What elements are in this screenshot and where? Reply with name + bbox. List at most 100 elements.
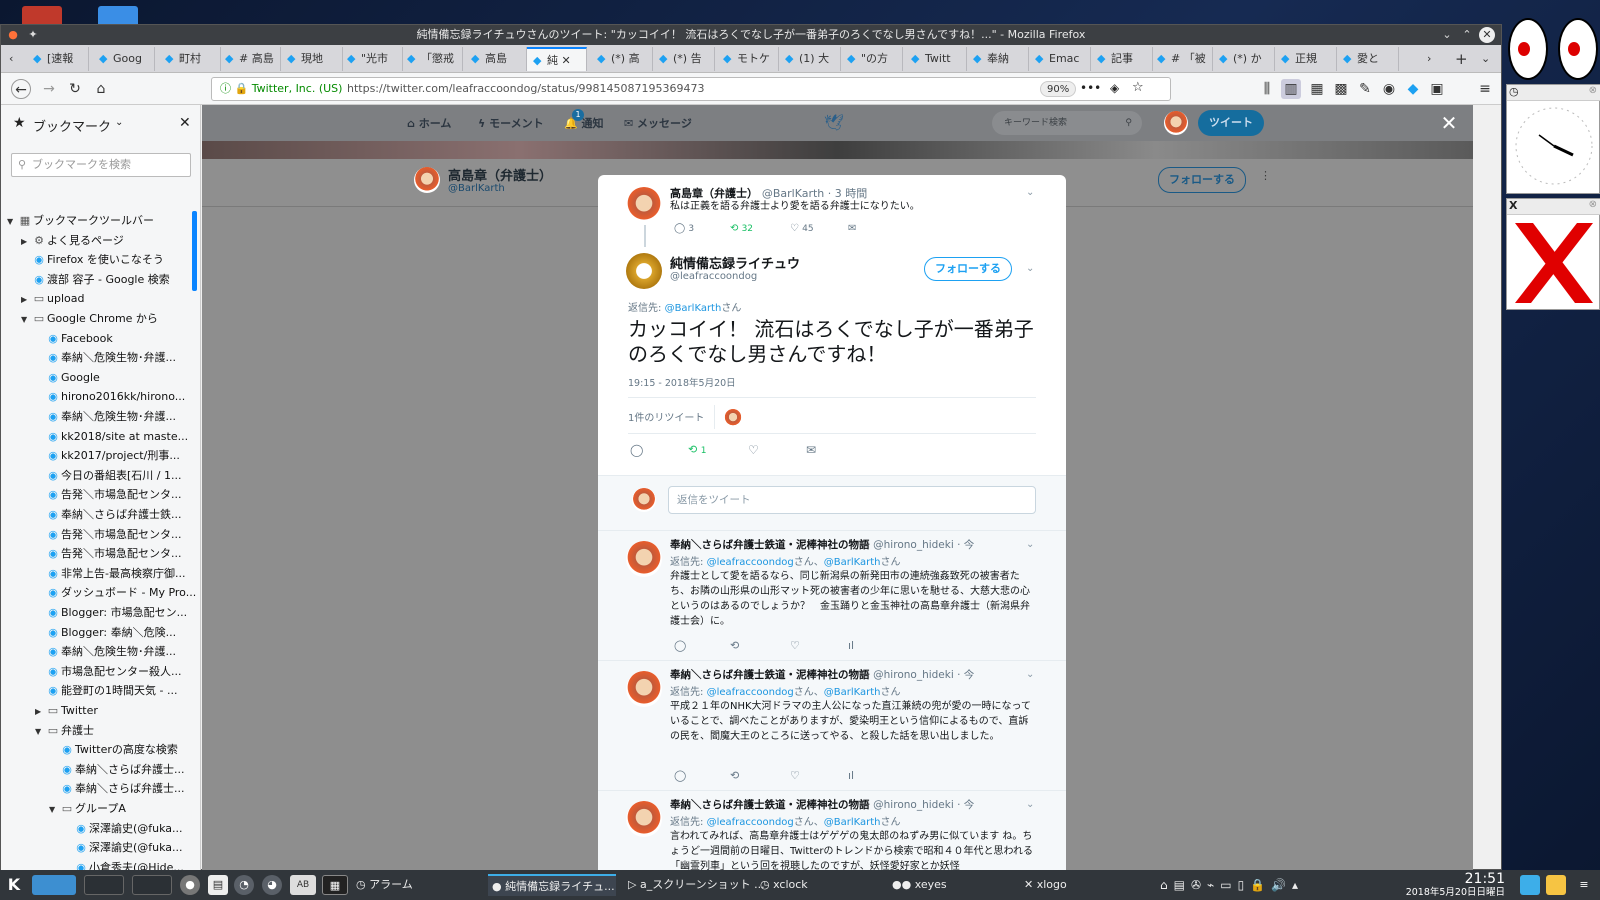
chevron-down-icon[interactable]: ⌄ xyxy=(1026,799,1034,810)
bookmark-item[interactable]: ◉ 市場急配センター殺人... xyxy=(35,662,197,682)
bookmark-item[interactable]: ▼ ▦ ブックマークツールバー xyxy=(7,211,197,231)
tree-arrow-icon[interactable]: ▼ xyxy=(49,800,59,819)
bookmark-item[interactable]: ▼ ▭ 弁護士 xyxy=(35,721,197,741)
reply-to-link[interactable]: @BarlKarth xyxy=(665,303,722,314)
extension-icon[interactable]: ▩ xyxy=(1331,79,1351,99)
close-tab-icon[interactable]: ✕ xyxy=(558,54,570,67)
reply-to-link[interactable]: @BarlKarth xyxy=(824,557,881,568)
maximize-icon[interactable]: ⌃ xyxy=(1459,27,1475,43)
twitter-extension-icon[interactable]: ◆ xyxy=(1403,79,1423,99)
url-text[interactable]: https://twitter.com/leafraccoondog/statu… xyxy=(347,78,705,100)
reply-action[interactable]: ◯ xyxy=(630,443,643,457)
follow-button[interactable]: フォローする xyxy=(924,257,1012,281)
taskbar-screenshot[interactable]: ▷ a_スクリーンショット ... xyxy=(628,874,765,896)
reply-action[interactable]: ◯ xyxy=(674,639,686,652)
tree-arrow-icon[interactable]: ▶ xyxy=(35,702,45,721)
reply-action[interactable]: ◯ xyxy=(674,769,686,782)
font-icon[interactable]: AB xyxy=(290,875,316,895)
tab[interactable]: ◆ 純 ✕ xyxy=(527,47,587,71)
nav-notifications[interactable]: 🔔 通知 xyxy=(564,115,604,131)
bookmark-item[interactable]: ◉ 告発＼市場急配センタ... xyxy=(35,485,197,505)
tweet-button[interactable]: ツイート xyxy=(1198,110,1264,136)
scroll-right-icon[interactable]: › xyxy=(1421,47,1443,71)
reply-to-link[interactable]: @BarlKarth xyxy=(824,817,881,828)
close-icon[interactable]: ⊗ xyxy=(1589,199,1597,210)
bookmark-star-icon[interactable]: ☆ xyxy=(1132,80,1144,95)
like-action[interactable]: ♡ xyxy=(790,769,800,782)
bookmark-item[interactable]: ◉ kk2017/project/刑事... xyxy=(35,446,197,466)
terminal-icon[interactable]: ▦ xyxy=(322,875,348,895)
reply-author[interactable]: 奉納＼さらば弁護士鉄道・泥棒神社の物語 @hirono_hideki · 今 xyxy=(670,537,974,552)
tab[interactable]: ◆ 愛と xyxy=(1337,47,1399,71)
tab[interactable]: ◆ [速報 xyxy=(27,47,89,71)
bookmark-item[interactable]: ◉ hirono2016kk/hirono... xyxy=(35,387,197,407)
home-icon[interactable]: ⌂ xyxy=(91,79,111,99)
bookmark-item[interactable]: ◉ 告発＼市場急配センタ... xyxy=(35,544,197,564)
pocket-icon[interactable]: ◈ xyxy=(1110,81,1119,95)
close-icon[interactable]: ✕ xyxy=(1479,27,1495,43)
bookmark-item[interactable]: ◉ kk2018/site at maste... xyxy=(35,427,197,447)
bookmark-item[interactable]: ◉ ダッシュボード - My Pro... xyxy=(35,583,197,603)
app-launcher-icon[interactable]: ● xyxy=(180,875,200,895)
tab[interactable]: ◆ 町村 xyxy=(159,47,221,71)
more-icon[interactable]: ⋮ xyxy=(1260,169,1271,182)
bookmark-item[interactable]: ◉ Firefox を使いこなそう xyxy=(21,250,197,270)
tab[interactable]: ◆ 「懲戒 xyxy=(401,47,463,71)
chevron-down-icon[interactable]: ⌄ xyxy=(1439,27,1455,43)
user-avatar[interactable] xyxy=(1164,111,1188,135)
reply-tweet[interactable]: 奉納＼さらば弁護士鉄道・泥棒神社の物語 @hirono_hideki · 今 ⌄ 返… xyxy=(598,531,1066,661)
tab[interactable]: ◆ "光市 xyxy=(341,47,403,71)
bookmark-item[interactable]: ◉ 奉納＼さらば弁護士... xyxy=(49,779,197,799)
system-tray[interactable]: ⌂▤✇⌁▭▯🔒🔊▴ xyxy=(1160,874,1304,896)
desktop-pager-3[interactable] xyxy=(132,875,172,895)
profile-handle[interactable]: @BarlKarth xyxy=(448,183,505,194)
tab[interactable]: ◆ # 高島 xyxy=(219,47,281,71)
reply-avatar[interactable] xyxy=(626,671,662,707)
bookmark-item[interactable]: ◉ Google xyxy=(35,368,197,388)
tree-arrow-icon[interactable]: ▼ xyxy=(7,212,17,231)
app-icon[interactable]: ◕ xyxy=(262,875,282,895)
tab[interactable]: ◆ 記事 xyxy=(1091,47,1153,71)
profile-follow-button[interactable]: フォローする xyxy=(1158,167,1246,193)
url-bar[interactable]: ⓘ 🔒 Twitter, Inc. (US) https://twitter.c… xyxy=(211,77,1171,101)
bookmark-item[interactable]: ▼ ▭ Google Chrome から xyxy=(21,309,197,329)
reply-tweet[interactable]: 奉納＼さらば弁護士鉄道・泥棒神社の物語 @hirono_hideki · 今 ⌄ 返… xyxy=(598,791,1066,871)
bookmark-item[interactable]: ◉ 深澤諭史(@fuka... xyxy=(63,819,197,839)
forward-icon[interactable]: → xyxy=(39,79,59,99)
folder-icon[interactable] xyxy=(22,6,62,24)
retweet-action[interactable]: ⟲ 32 xyxy=(730,223,753,234)
bookmark-item[interactable]: ◉ 能登町の1時間天気 - ... xyxy=(35,681,197,701)
chevron-down-icon[interactable]: ⌄ xyxy=(115,117,123,128)
tree-arrow-icon[interactable]: ▶ xyxy=(21,232,31,251)
sidebar-title[interactable]: ブックマーク xyxy=(33,116,111,135)
close-icon[interactable]: ⊗ xyxy=(1589,85,1597,96)
reply-input[interactable]: 返信をツイート xyxy=(668,486,1036,514)
scrollbar[interactable] xyxy=(192,211,197,291)
kde-menu-icon[interactable]: K xyxy=(4,875,24,895)
analytics-icon[interactable]: ıl xyxy=(848,639,854,652)
profile-avatar[interactable] xyxy=(414,167,440,193)
folder-icon[interactable] xyxy=(98,6,138,24)
bookmark-item[interactable]: ◉ 告発＼市場急配センタ... xyxy=(35,525,197,545)
bookmark-item[interactable]: ▶ ▭ upload xyxy=(21,289,197,309)
desktop-icon[interactable] xyxy=(1520,875,1540,895)
chevron-down-icon[interactable]: ⌄ xyxy=(1026,263,1034,274)
tab[interactable]: ◆ Twitt xyxy=(905,47,967,71)
nav-messages[interactable]: ✉ メッセージ xyxy=(624,115,692,131)
bookmark-item[interactable]: ▶ ▭ Twitter xyxy=(35,701,197,721)
like-action[interactable]: ♡ 45 xyxy=(790,223,814,234)
reply-action[interactable]: ◯ 3 xyxy=(674,223,694,234)
reply-to-link[interactable]: @leafraccoondog xyxy=(707,557,794,568)
reply-avatar[interactable] xyxy=(626,801,662,837)
tree-arrow-icon[interactable]: ▼ xyxy=(21,310,31,329)
back-icon[interactable]: ← xyxy=(11,79,31,99)
nav-moments[interactable]: ϟ モーメント xyxy=(478,115,544,131)
taskbar-xclock[interactable]: ◷ xclock xyxy=(760,874,808,896)
bookmark-item[interactable]: ◉ Blogger: 市場急配セン... xyxy=(35,603,197,623)
tab[interactable]: ◆ Goog xyxy=(93,47,155,71)
analytics-icon[interactable]: ıl xyxy=(848,769,854,782)
notes-icon[interactable] xyxy=(1546,875,1566,895)
bookmark-item[interactable]: ◉ 今日の番組表[石川 / 1... xyxy=(35,466,197,486)
bookmark-item[interactable]: ▶ ⚙ よく見るページ xyxy=(21,231,197,251)
author-handle[interactable]: @leafraccoondog xyxy=(670,271,757,282)
